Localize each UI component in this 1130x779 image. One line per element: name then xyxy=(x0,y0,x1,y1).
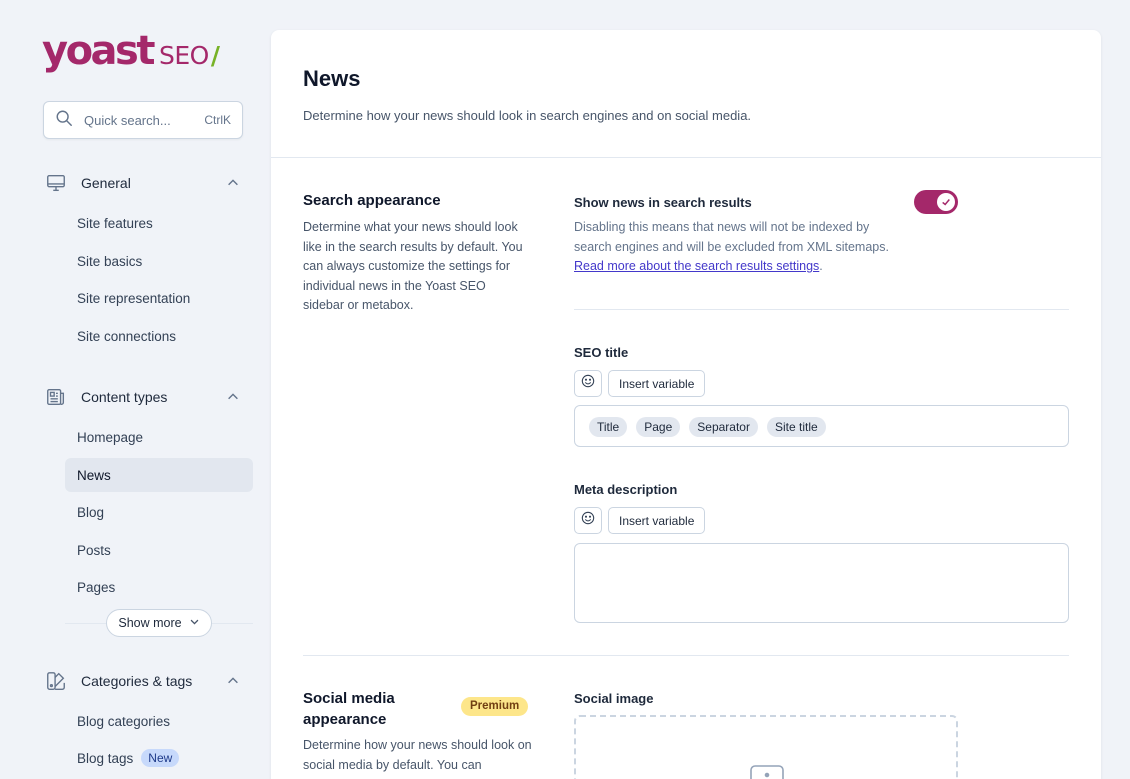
show-more-label: Show more xyxy=(118,616,182,630)
field-divider xyxy=(574,309,1069,310)
emoji-picker-button[interactable] xyxy=(574,370,602,397)
seo-title-field[interactable]: Title Page Separator Site title xyxy=(574,405,1069,447)
nav-group-categories-tags[interactable]: Categories & tags xyxy=(45,669,245,693)
nav-group-label: General xyxy=(81,175,131,191)
chevron-down-icon xyxy=(189,616,200,630)
social-image-dropzone[interactable] xyxy=(574,715,958,779)
quick-search-input[interactable]: Quick search... CtrlK xyxy=(43,101,243,139)
logo-wordmark: yoast xyxy=(42,28,155,74)
sidebar-item-blog-categories[interactable]: Blog categories xyxy=(65,704,253,738)
new-badge: New xyxy=(141,749,180,767)
sidebar-item-site-basics[interactable]: Site basics xyxy=(65,244,253,278)
description-text: Disabling this means that news will not … xyxy=(574,220,889,254)
sidebar-item-blog[interactable]: Blog xyxy=(65,495,253,529)
color-swatch-icon xyxy=(45,670,67,692)
yoast-seo-logo[interactable]: yoast SEO / xyxy=(42,28,220,74)
newspaper-icon xyxy=(45,386,67,408)
show-in-results-label: Show news in search results xyxy=(574,195,752,210)
variable-chip-separator[interactable]: Separator xyxy=(689,417,758,437)
show-in-results-description: Disabling this means that news will not … xyxy=(574,218,892,277)
check-icon xyxy=(937,193,955,211)
premium-badge: Premium xyxy=(461,697,529,716)
smiley-icon xyxy=(581,511,595,530)
chevron-up-icon xyxy=(225,673,241,689)
sidebar-item-news[interactable]: News xyxy=(65,458,253,492)
section-divider xyxy=(303,655,1069,656)
header-divider xyxy=(271,157,1101,158)
variable-chips: Title Page Separator Site title xyxy=(589,417,826,437)
logo-slash: / xyxy=(210,41,220,70)
insert-variable-button[interactable]: Insert variable xyxy=(608,507,706,534)
insert-variable-button[interactable]: Insert variable xyxy=(608,370,706,397)
seo-title-label: SEO title xyxy=(574,345,629,360)
search-placeholder: Quick search... xyxy=(84,112,171,128)
logo-product: SEO xyxy=(158,41,209,70)
read-more-link[interactable]: Read more about the search results setti… xyxy=(574,259,819,273)
search-icon xyxy=(55,109,73,132)
show-more-button[interactable]: Show more xyxy=(106,609,212,637)
nav-group-content-types[interactable]: Content types xyxy=(45,385,245,409)
sidebar-item-site-features[interactable]: Site features xyxy=(65,206,253,240)
description-suffix: . xyxy=(819,259,823,274)
search-shortcut: CtrlK xyxy=(204,113,231,127)
nav-group-label: Categories & tags xyxy=(81,673,193,689)
sidebar-item-label: Blog tags xyxy=(77,750,134,766)
variable-chip-page[interactable]: Page xyxy=(636,417,681,437)
settings-card: News Determine how your news should look… xyxy=(271,30,1101,779)
page-title: News xyxy=(303,66,361,91)
chevron-up-icon xyxy=(225,175,241,191)
page-description: Determine how your news should look in s… xyxy=(303,108,752,123)
nav-group-label: Content types xyxy=(81,389,168,405)
sidebar-item-site-representation[interactable]: Site representation xyxy=(65,281,253,315)
emoji-picker-button[interactable] xyxy=(574,507,602,534)
section-description: Determine what your news should look lik… xyxy=(303,220,523,313)
sidebar-item-site-connections[interactable]: Site connections xyxy=(65,319,253,353)
section-description: Determine how your news should look on s… xyxy=(303,738,532,772)
meta-description-label: Meta description xyxy=(574,482,678,497)
show-in-results-toggle[interactable] xyxy=(914,190,958,214)
variable-chip-title[interactable]: Title xyxy=(589,417,628,437)
variable-chip-site-title[interactable]: Site title xyxy=(766,417,826,437)
sidebar-item-posts[interactable]: Posts xyxy=(65,533,253,567)
sidebar-item-homepage[interactable]: Homepage xyxy=(65,420,253,454)
section-title-search-appearance: Search appearance xyxy=(303,192,441,209)
photo-icon xyxy=(750,765,786,779)
sidebar: yoast SEO / Quick search... CtrlK Genera… xyxy=(0,0,270,779)
nav-group-general[interactable]: General xyxy=(45,171,245,195)
chevron-up-icon xyxy=(225,389,241,405)
smiley-icon xyxy=(581,374,595,393)
sidebar-item-blog-tags[interactable]: Blog tags New xyxy=(65,741,253,775)
social-image-label: Social image xyxy=(574,691,654,706)
meta-description-field[interactable] xyxy=(574,543,1069,623)
section-title-social-appearance: Social media appearance xyxy=(303,690,395,728)
sidebar-item-pages[interactable]: Pages xyxy=(65,570,253,604)
desktop-icon xyxy=(45,172,67,194)
